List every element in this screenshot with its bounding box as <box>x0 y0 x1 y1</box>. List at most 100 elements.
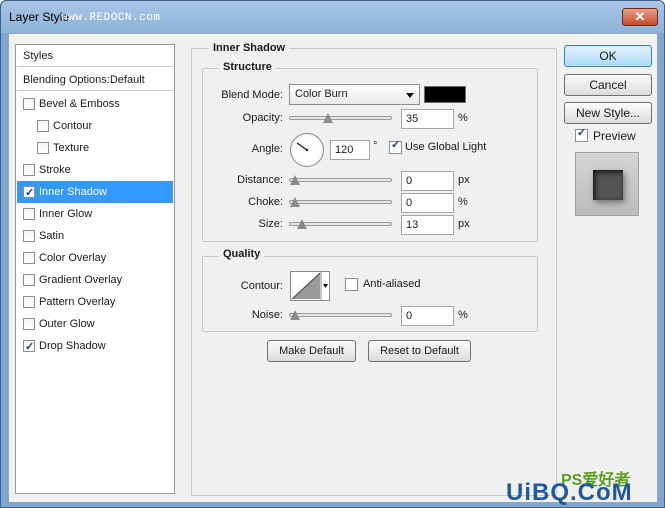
structure-title: Structure <box>219 61 276 73</box>
style-item-label: Pattern Overlay <box>39 296 116 308</box>
size-unit: px <box>458 218 470 230</box>
distance-slider-thumb[interactable] <box>290 175 300 185</box>
noise-slider-thumb[interactable] <box>290 310 300 320</box>
anti-aliased-checkbox[interactable] <box>345 278 358 291</box>
new-style-button[interactable]: New Style... <box>564 102 652 124</box>
style-preview-thumbnail <box>575 152 639 216</box>
preview-square <box>593 170 623 200</box>
preview-checkbox[interactable] <box>575 126 588 142</box>
style-item-checkbox[interactable] <box>23 230 35 242</box>
style-item-checkbox[interactable] <box>23 252 35 264</box>
anti-aliased-label: Anti-aliased <box>363 278 421 290</box>
choke-slider-thumb[interactable] <box>290 197 300 207</box>
chevron-down-icon <box>406 93 414 98</box>
opacity-slider[interactable] <box>289 113 392 123</box>
opacity-slider-thumb[interactable] <box>323 113 333 123</box>
style-item-label: Bevel & Emboss <box>39 98 120 110</box>
style-item-checkbox[interactable] <box>37 120 49 132</box>
reset-to-default-button[interactable]: Reset to Default <box>368 340 471 362</box>
size-input[interactable]: 13 <box>401 215 454 235</box>
style-item-inner-glow[interactable]: Inner Glow <box>17 203 173 225</box>
style-item-pattern-overlay[interactable]: Pattern Overlay <box>17 291 173 313</box>
preview-label: Preview <box>593 129 636 143</box>
style-item-label: Drop Shadow <box>39 340 106 352</box>
style-item-contour[interactable]: Contour <box>17 115 173 137</box>
style-item-drop-shadow[interactable]: Drop Shadow <box>17 335 173 358</box>
style-item-bevel-emboss[interactable]: Bevel & Emboss <box>17 93 173 115</box>
size-label: Size: <box>258 218 283 230</box>
angle-label: Angle: <box>251 143 283 155</box>
style-item-checkbox[interactable] <box>23 336 35 358</box>
distance-slider[interactable] <box>289 175 392 185</box>
styles-list: Styles Blending Options:Default Bevel & … <box>15 44 175 494</box>
opacity-input[interactable]: 35 <box>401 109 454 129</box>
noise-input[interactable]: 0 <box>401 306 454 326</box>
choke-unit: % <box>458 196 468 208</box>
style-item-checkbox[interactable] <box>23 318 35 330</box>
style-item-label: Color Overlay <box>39 252 107 264</box>
size-slider-thumb[interactable] <box>297 219 307 229</box>
contour-picker[interactable] <box>290 271 330 301</box>
title-bar[interactable]: Layer Style www.REDOCN.com ✕ <box>1 1 664 33</box>
blending-options-label: Blending Options:Default <box>23 74 145 86</box>
opacity-unit: % <box>458 112 468 124</box>
choke-input[interactable]: 0 <box>401 193 454 213</box>
shadow-color-swatch[interactable] <box>424 86 466 103</box>
blend-mode-value: Color Burn <box>295 88 348 100</box>
close-button[interactable]: ✕ <box>622 8 658 26</box>
style-item-checkbox[interactable] <box>23 164 35 176</box>
angle-needle-icon <box>296 142 309 152</box>
distance-label: Distance: <box>237 174 283 186</box>
dialog-body: Styles Blending Options:Default Bevel & … <box>8 33 658 503</box>
style-item-checkbox[interactable] <box>23 182 35 204</box>
style-item-texture[interactable]: Texture <box>17 137 173 159</box>
layer-style-dialog: Layer Style www.REDOCN.com ✕ Styles Blen… <box>0 0 665 508</box>
style-item-checkbox[interactable] <box>23 208 35 220</box>
style-item-checkbox[interactable] <box>37 142 49 154</box>
style-item-label: Inner Shadow <box>39 186 107 198</box>
contour-curve-icon <box>291 272 328 300</box>
use-global-light-label: Use Global Light <box>405 141 487 153</box>
styles-header-label: Styles <box>23 50 53 62</box>
style-item-label: Satin <box>39 230 65 242</box>
style-item-color-overlay[interactable]: Color Overlay <box>17 247 173 269</box>
cancel-button[interactable]: Cancel <box>564 74 652 96</box>
make-default-button[interactable]: Make Default <box>267 340 356 362</box>
style-item-checkbox[interactable] <box>23 274 35 286</box>
watermark-logo: UiBQ.CoM <box>506 479 633 506</box>
style-item-satin[interactable]: Satin <box>17 225 173 247</box>
style-item-label: Contour <box>53 120 93 132</box>
noise-slider[interactable] <box>289 310 392 320</box>
blend-mode-select[interactable]: Color Burn <box>289 84 420 105</box>
opacity-label: Opacity: <box>242 112 283 124</box>
contour-label: Contour: <box>240 280 283 292</box>
noise-unit: % <box>458 309 468 321</box>
distance-input[interactable]: 0 <box>401 171 454 191</box>
ok-button[interactable]: OK <box>564 45 652 67</box>
style-item-label: Inner Glow <box>39 208 93 220</box>
use-global-light-checkbox[interactable] <box>389 138 402 154</box>
style-item-label: Outer Glow <box>39 318 95 330</box>
styles-header[interactable]: Styles <box>17 45 173 67</box>
choke-slider[interactable] <box>289 197 392 207</box>
inner-shadow-title: Inner Shadow <box>209 42 290 54</box>
blending-options-item[interactable]: Blending Options:Default <box>17 69 173 91</box>
style-item-outer-glow[interactable]: Outer Glow <box>17 313 173 335</box>
style-item-gradient-overlay[interactable]: Gradient Overlay <box>17 269 173 291</box>
blend-mode-label: Blend Mode: <box>221 89 283 101</box>
style-item-label: Gradient Overlay <box>39 274 123 286</box>
style-item-label: Stroke <box>39 164 71 176</box>
size-slider[interactable] <box>289 219 392 229</box>
angle-unit: ° <box>373 140 378 152</box>
angle-input[interactable]: 120 <box>330 140 370 160</box>
angle-dial[interactable] <box>290 133 324 167</box>
distance-unit: px <box>458 174 470 186</box>
quality-title: Quality <box>219 248 265 260</box>
style-item-checkbox[interactable] <box>23 296 35 308</box>
choke-label: Choke: <box>248 196 283 208</box>
style-item-checkbox[interactable] <box>23 98 35 110</box>
style-item-stroke[interactable]: Stroke <box>17 159 173 181</box>
style-item-label: Texture <box>53 142 90 154</box>
style-item-inner-shadow[interactable]: Inner Shadow <box>17 181 173 204</box>
title-watermark: www.REDOCN.com <box>61 12 161 24</box>
